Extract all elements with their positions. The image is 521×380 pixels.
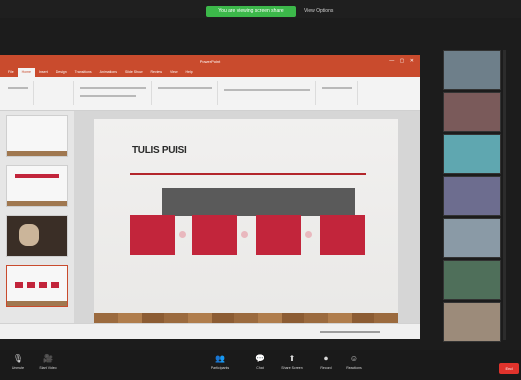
record-button[interactable]: ⏺ Record: [312, 354, 340, 370]
ribbon-tab[interactable]: Design: [52, 68, 71, 77]
drawing-group[interactable]: [220, 81, 316, 105]
record-icon: ⏺: [324, 354, 328, 363]
toolbar-label: Share Screen: [281, 366, 303, 370]
step-box-3: [256, 215, 301, 255]
editing-group[interactable]: [318, 81, 358, 105]
video-camera-icon: 🎥: [43, 354, 53, 363]
microphone-button[interactable]: 🎙 Unmute: [4, 354, 32, 370]
ribbon-tab[interactable]: View: [166, 68, 182, 77]
zoom-slider[interactable]: [320, 331, 380, 333]
toolbar-label: Reactions: [346, 366, 362, 370]
gallery-scrollbar[interactable]: [503, 50, 506, 340]
title-underline: [130, 173, 366, 175]
ribbon-tab[interactable]: Help: [182, 68, 197, 77]
end-meeting-button[interactable]: End: [499, 363, 519, 374]
slide-edit-canvas: TULIS PUISI: [74, 111, 420, 335]
thumbnail-floor: [7, 151, 67, 156]
slide-thumbnail[interactable]: [6, 165, 68, 207]
editing-controls: [322, 87, 352, 89]
window-title: PowerPoint: [199, 59, 221, 64]
window-controls[interactable]: — ▢ ✕: [389, 55, 416, 68]
ribbon-tab[interactable]: Review: [147, 68, 166, 77]
reactions-button[interactable]: ☺ Reactions: [340, 354, 368, 370]
zoom-top-bar: You are viewing screen share View Option…: [0, 0, 521, 18]
participant-tile[interactable]: [443, 134, 501, 174]
participant-tile[interactable]: [443, 218, 501, 258]
slides-group[interactable]: [36, 81, 74, 105]
font-group[interactable]: [76, 81, 152, 105]
zoom-meeting-toolbar: 🎙 Unmute 🎥 Start Video 👥 Participants 💬 Chat ⬆ Sh…: [0, 350, 521, 380]
share-screen-button[interactable]: ⬆ Share Screen: [278, 354, 306, 370]
step-box-4: [320, 215, 365, 255]
ribbon-tab[interactable]: Animations: [96, 68, 121, 77]
thumbnail-photo: [19, 224, 39, 246]
participant-tile[interactable]: [443, 92, 501, 132]
powerpoint-status-bar: [0, 323, 420, 339]
toolbar-label: Chat: [256, 366, 264, 370]
arrow-icon: [241, 231, 248, 238]
slide-thumbnail[interactable]: [6, 115, 68, 157]
ribbon-tab[interactable]: File: [4, 68, 18, 77]
arrow-icon: [179, 231, 186, 238]
current-slide[interactable]: TULIS PUISI: [94, 119, 398, 335]
thumbnail-floor: [7, 201, 67, 206]
font-format-controls: [80, 95, 136, 97]
zoom-meeting-window: You are viewing screen share View Option…: [0, 0, 521, 380]
ribbon-tab[interactable]: Home: [17, 68, 35, 77]
step-box-2: [192, 215, 237, 255]
participant-tile[interactable]: [443, 302, 501, 342]
participants-icon: 👥: [215, 354, 225, 363]
video-camera-button[interactable]: 🎥 Start Video: [34, 354, 62, 370]
thumbnail-box: [51, 282, 59, 288]
ribbon-tabs: File Home Insert Design Transitions Animation…: [0, 68, 420, 77]
toolbar-label: Start Video: [39, 366, 57, 370]
toolbar-label: Unmute: [11, 366, 25, 370]
participant-tile[interactable]: [443, 176, 501, 216]
ribbon-tab[interactable]: Transitions: [71, 68, 96, 77]
shared-powerpoint-window: PowerPoint — ▢ ✕ File Home Insert Design Tra…: [0, 55, 420, 339]
powerpoint-title-bar: PowerPoint — ▢ ✕: [0, 55, 420, 68]
font-controls: [80, 87, 146, 89]
ribbon-tab[interactable]: Insert: [35, 68, 52, 77]
thumbnail-box: [15, 282, 23, 288]
slide-thumbnail[interactable]: [6, 215, 68, 257]
paragraph-controls: [158, 87, 212, 89]
shapes-controls: [224, 89, 310, 91]
ribbon-tab[interactable]: Slide Show: [121, 68, 147, 77]
ribbon-icon-row: [8, 87, 28, 89]
thumbnail-header: [15, 174, 59, 178]
participants-button[interactable]: 👥 Participants: [206, 354, 234, 370]
participant-tile[interactable]: [443, 50, 501, 90]
toolbar-label: Participants: [210, 366, 230, 370]
microphone-icon: 🎙: [12, 354, 24, 363]
arrow-icon: [305, 231, 312, 238]
paragraph-group[interactable]: [154, 81, 218, 105]
slide-banner: [162, 188, 355, 216]
ribbon-toolbar: [0, 77, 420, 111]
share-screen-icon: ⬆: [288, 354, 296, 363]
thumbnail-floor: [7, 301, 67, 306]
view-options-button[interactable]: View Options: [304, 8, 333, 14]
screen-share-banner[interactable]: You are viewing screen share: [206, 6, 296, 17]
reactions-icon: ☺: [349, 354, 359, 363]
toolbar-label: Record: [320, 366, 332, 370]
slide-title: TULIS PUISI: [132, 145, 187, 156]
clipboard-group[interactable]: [4, 81, 34, 105]
chat-icon: 💬: [255, 354, 265, 363]
slide-thumbnail-active[interactable]: [6, 265, 68, 307]
step-box-1: [130, 215, 175, 255]
thumbnail-box: [27, 282, 35, 288]
chat-button[interactable]: 💬 Chat: [246, 354, 274, 370]
thumbnail-box: [39, 282, 47, 288]
slide-thumbnail-pane: [0, 111, 74, 323]
participant-tile[interactable]: [443, 260, 501, 300]
